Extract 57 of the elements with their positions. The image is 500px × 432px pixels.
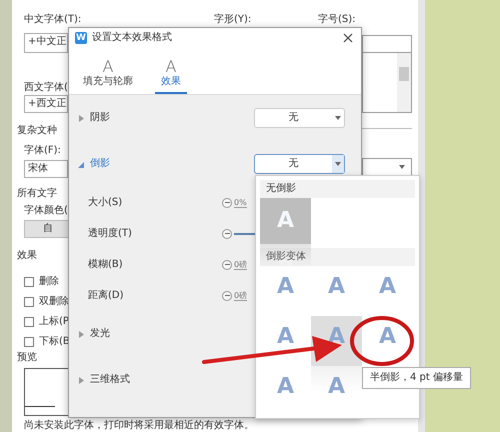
slider-reading: 0磅 — [234, 290, 248, 300]
color-button[interactable]: 自 — [24, 220, 70, 238]
close-icon[interactable] — [343, 33, 353, 43]
circle-annotation — [350, 316, 414, 366]
field-label: 字体(F): — [24, 145, 61, 157]
field-label: 字体颜色( — [24, 205, 68, 217]
section-label[interactable]: 阴影 — [90, 112, 110, 124]
option-label: 距离(D) — [88, 290, 125, 302]
checkbox-label: 删除 — [39, 276, 59, 288]
checkbox[interactable] — [24, 277, 34, 287]
caret-icon — [335, 116, 341, 120]
size-field[interactable] — [362, 35, 412, 53]
section-title: 效果 — [17, 250, 37, 262]
section-title: 所有文字 — [17, 188, 57, 200]
size-list[interactable] — [362, 53, 412, 113]
note-text: 尚未安装此字体，打印时将采用最相近的有效字体。 — [24, 420, 255, 432]
dropdown[interactable] — [362, 158, 412, 176]
menu-header: 无倒影 — [260, 180, 415, 198]
font-field[interactable]: 宋体 — [24, 160, 68, 178]
field-label: 字形(Y): — [214, 14, 252, 26]
section-title: 复杂文种 — [17, 125, 57, 137]
minus-button[interactable] — [222, 228, 232, 238]
dropdown[interactable]: 无 — [254, 108, 345, 128]
option-label: 大小(S) — [88, 196, 124, 208]
app-icon: W — [75, 32, 87, 44]
expanded-triangle-icon[interactable] — [78, 160, 84, 168]
checkbox[interactable] — [24, 317, 34, 327]
section-title: 预览 — [17, 352, 37, 364]
field-label: 中文字体(T): — [24, 14, 82, 26]
font-field[interactable]: +西文正 — [24, 95, 68, 113]
section-label[interactable]: 发光 — [90, 328, 110, 340]
section-label[interactable]: 三维格式 — [90, 374, 130, 386]
checkbox-label: 双删除 — [39, 296, 69, 308]
field-label: 西文字体( — [24, 82, 68, 94]
tooltip: 半倒影，4 pt 偏移量 — [362, 367, 471, 389]
option-label: 透明度(T) — [88, 228, 133, 240]
collapsed-triangle-icon[interactable] — [78, 330, 84, 338]
checkbox[interactable] — [24, 297, 34, 307]
collapsed-triangle-icon[interactable] — [78, 376, 84, 384]
caret-icon — [399, 165, 405, 169]
minus-button[interactable] — [222, 260, 232, 270]
slider-reading: 0% — [234, 198, 247, 208]
slider-reading: 0磅 — [234, 260, 248, 270]
tab[interactable]: A 效果 — [155, 48, 187, 94]
tab[interactable]: A 填充与轮廓 — [77, 48, 139, 94]
collapsed-triangle-icon[interactable] — [78, 114, 84, 122]
minus-button[interactable] — [222, 290, 232, 300]
font-field[interactable]: +中文正 — [24, 33, 68, 53]
option-label: 模糊(B) — [88, 258, 124, 270]
checkbox[interactable] — [24, 337, 34, 347]
field-label: 字号(S): — [318, 14, 356, 26]
caret-icon — [335, 162, 341, 166]
window-title: 设置文本效果格式 — [92, 32, 173, 44]
dropdown[interactable]: 无 — [254, 154, 345, 174]
minus-button[interactable] — [222, 198, 232, 208]
section-label[interactable]: 倒影 — [90, 158, 110, 170]
scrollbar[interactable] — [397, 53, 411, 112]
